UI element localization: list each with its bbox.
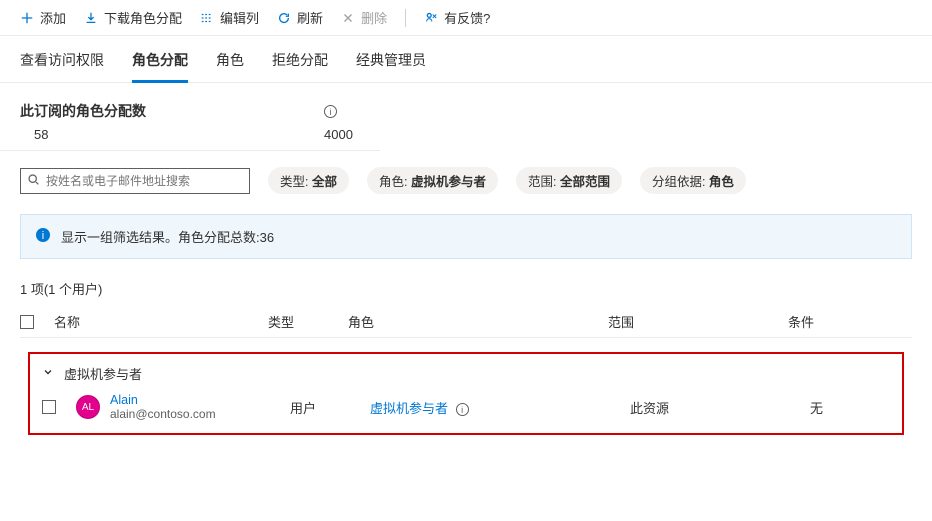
- filter-scope[interactable]: 范围: 全部范围: [516, 167, 622, 194]
- table-header: 名称 类型 角色 范围 条件: [20, 306, 912, 338]
- plus-icon: [20, 11, 34, 25]
- refresh-icon: [277, 11, 291, 25]
- table: 名称 类型 角色 范围 条件 虚拟机参与者 AL Alain alain@con…: [0, 306, 932, 435]
- info-icon: i: [35, 227, 51, 246]
- download-button[interactable]: 下载角色分配: [84, 8, 182, 27]
- col-condition[interactable]: 条件: [788, 312, 912, 331]
- search-input-wrapper[interactable]: [20, 168, 250, 194]
- download-icon: [84, 11, 98, 25]
- role-count-max: 4000: [324, 127, 353, 142]
- col-name[interactable]: 名称: [54, 312, 268, 331]
- tab-deny-assignments[interactable]: 拒绝分配: [272, 50, 328, 82]
- delete-label: 删除: [361, 8, 387, 27]
- avatar: AL: [76, 395, 100, 419]
- refresh-button[interactable]: 刷新: [277, 8, 323, 27]
- edit-columns-button[interactable]: 编辑列: [200, 8, 259, 27]
- filter-type[interactable]: 类型: 全部: [268, 167, 349, 194]
- cell-role: 虚拟机参与者 i: [370, 398, 630, 417]
- feedback-label: 有反馈?: [444, 8, 490, 27]
- user-email: alain@contoso.com: [110, 407, 216, 421]
- table-row[interactable]: AL Alain alain@contoso.com 用户 虚拟机参与者 i 此…: [36, 387, 896, 427]
- refresh-label: 刷新: [297, 8, 323, 27]
- filter-groupby[interactable]: 分组依据: 角色: [640, 167, 746, 194]
- info-icon[interactable]: i: [456, 403, 469, 416]
- chevron-down-icon: [42, 366, 54, 381]
- feedback-icon: [424, 11, 438, 25]
- role-count-values: 58 4000: [0, 127, 380, 151]
- search-input[interactable]: [46, 174, 243, 188]
- col-scope[interactable]: 范围: [608, 312, 788, 331]
- add-button[interactable]: 添加: [20, 8, 66, 27]
- tab-access[interactable]: 查看访问权限: [20, 50, 104, 82]
- command-bar: 添加 下载角色分配 编辑列 刷新 删除 有反馈?: [0, 0, 932, 36]
- separator: [405, 9, 406, 27]
- columns-icon: [200, 11, 214, 25]
- user-cell[interactable]: AL Alain alain@contoso.com: [76, 393, 290, 421]
- highlighted-group: 虚拟机参与者 AL Alain alain@contoso.com 用户 虚拟机…: [28, 352, 904, 435]
- cell-type: 用户: [290, 398, 370, 417]
- role-count-current: 58: [34, 127, 324, 142]
- role-count-label: 此订阅的角色分配数: [20, 101, 320, 121]
- col-role[interactable]: 角色: [348, 312, 608, 331]
- select-all-checkbox[interactable]: [20, 315, 34, 329]
- cell-scope: 此资源: [630, 398, 810, 417]
- banner-text: 显示一组筛选结果。角色分配总数:36: [61, 227, 274, 246]
- feedback-button[interactable]: 有反馈?: [424, 8, 490, 27]
- edit-columns-label: 编辑列: [220, 8, 259, 27]
- filter-bar: 类型: 全部 角色: 虚拟机参与者 范围: 全部范围 分组依据: 角色: [0, 151, 932, 210]
- tab-role-assignments[interactable]: 角色分配: [132, 50, 188, 83]
- group-header[interactable]: 虚拟机参与者: [36, 360, 896, 387]
- delete-icon: [341, 11, 355, 25]
- role-count-header: 此订阅的角色分配数 i: [0, 83, 932, 127]
- info-icon[interactable]: i: [324, 105, 337, 118]
- group-title: 虚拟机参与者: [64, 364, 142, 383]
- download-label: 下载角色分配: [104, 8, 182, 27]
- col-type[interactable]: 类型: [268, 312, 348, 331]
- role-link[interactable]: 虚拟机参与者: [370, 401, 448, 416]
- info-banner: i 显示一组筛选结果。角色分配总数:36: [20, 214, 912, 259]
- cell-condition: 无: [810, 398, 890, 417]
- row-checkbox[interactable]: [42, 400, 56, 414]
- tab-roles[interactable]: 角色: [216, 50, 244, 82]
- tab-classic-admins[interactable]: 经典管理员: [356, 50, 426, 82]
- add-label: 添加: [40, 8, 66, 27]
- user-name: Alain: [110, 393, 216, 407]
- delete-button: 删除: [341, 8, 387, 27]
- filter-role[interactable]: 角色: 虚拟机参与者: [367, 167, 498, 194]
- svg-text:i: i: [42, 230, 44, 242]
- result-summary: 1 项(1 个用户): [0, 275, 932, 306]
- tabs: 查看访问权限 角色分配 角色 拒绝分配 经典管理员: [0, 36, 932, 83]
- search-icon: [27, 173, 40, 189]
